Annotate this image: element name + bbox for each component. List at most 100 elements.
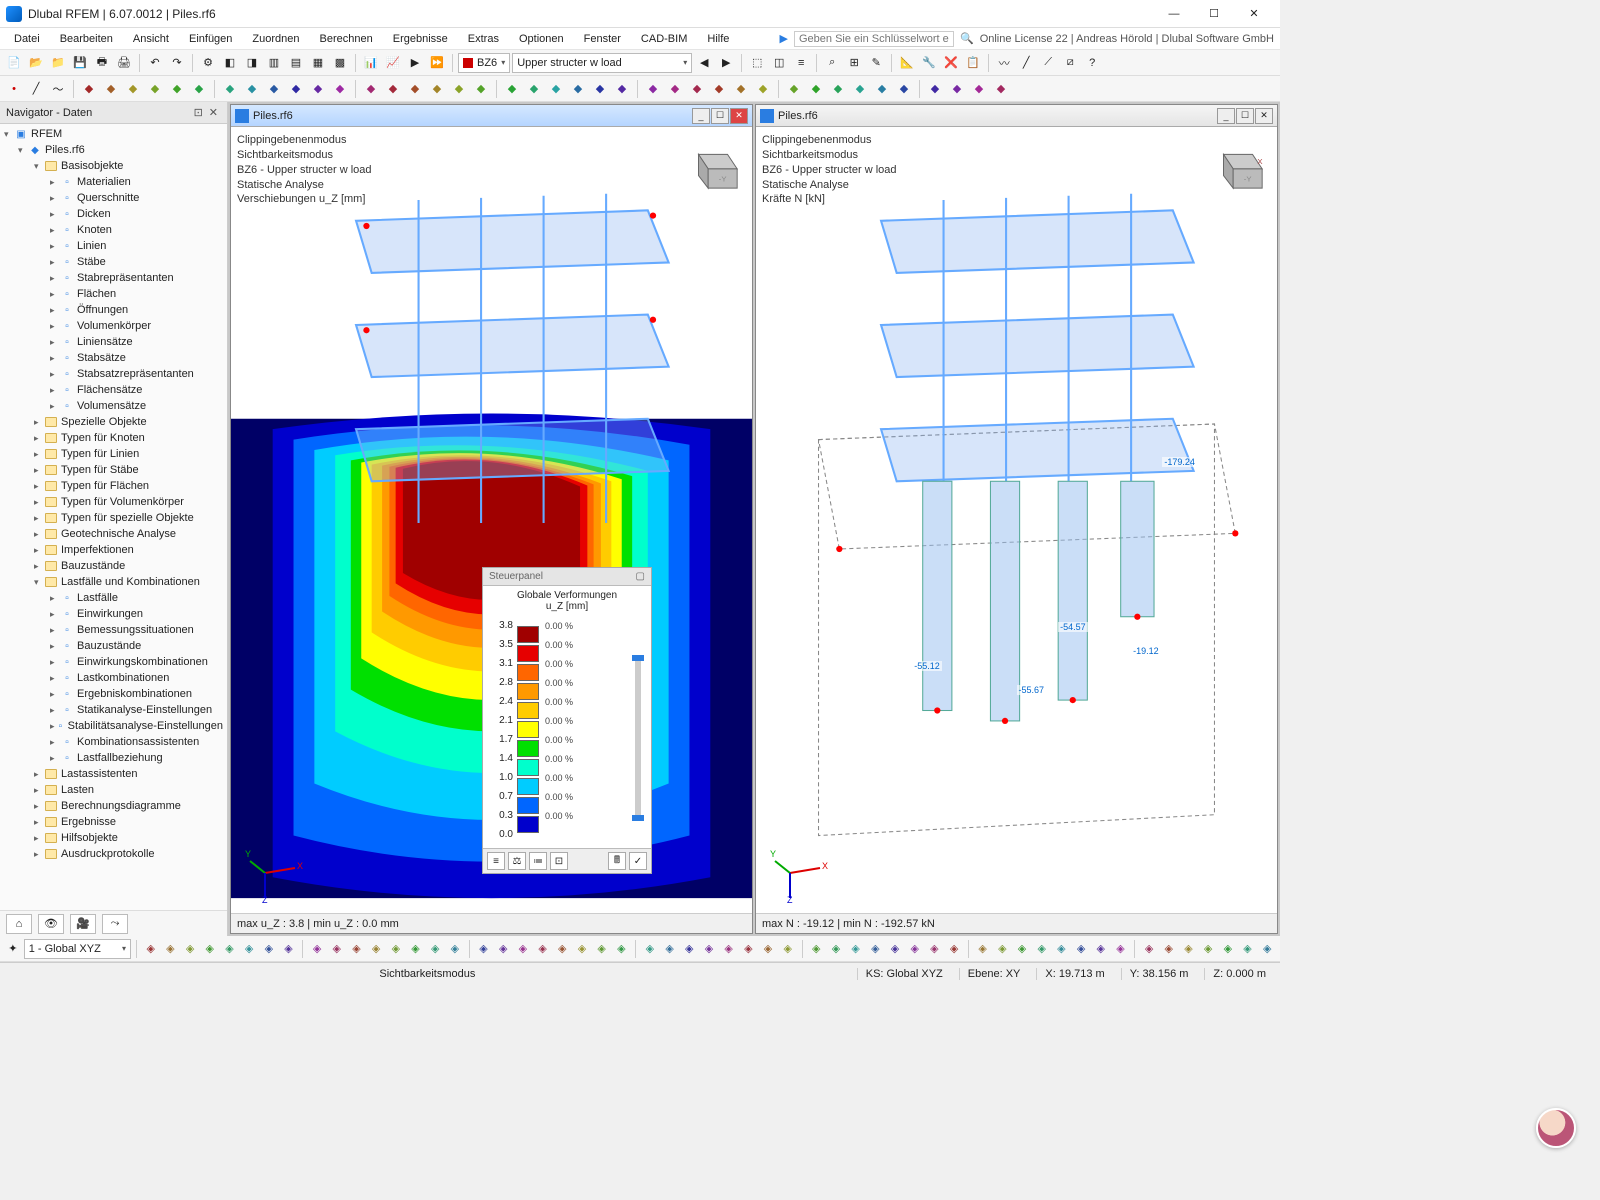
tool-icon[interactable]: 📈: [383, 53, 403, 73]
insert-tool-icon[interactable]: ◆: [731, 79, 751, 99]
menu-datei[interactable]: Datei: [6, 31, 48, 47]
next-lc-icon[interactable]: ▶: [716, 53, 736, 73]
view-tool-icon[interactable]: ◈: [779, 939, 797, 959]
tree-item[interactable]: ▸▫Bauzustände: [0, 638, 227, 654]
insert-tool-icon[interactable]: ◆: [969, 79, 989, 99]
tree-item[interactable]: ▸▫Stabilitätsanalyse-Einstellungen: [0, 718, 227, 734]
home-tab-icon[interactable]: ⌂: [6, 914, 32, 934]
insert-tool-icon[interactable]: ◆: [850, 79, 870, 99]
new-file-icon[interactable]: 📄: [4, 53, 24, 73]
print-icon[interactable]: 🖨: [114, 53, 134, 73]
tool-icon[interactable]: 📐: [897, 53, 917, 73]
keyword-search-input[interactable]: [794, 31, 954, 47]
view-tool-icon[interactable]: ◈: [407, 939, 425, 959]
view-tool-icon[interactable]: ◈: [1072, 939, 1090, 959]
tool-icon[interactable]: ▤: [286, 53, 306, 73]
save-all-icon[interactable]: 🖶: [92, 53, 112, 73]
vp-close-button[interactable]: ✕: [730, 108, 748, 124]
tree-item[interactable]: ▸▫Lastfallbeziehung: [0, 750, 227, 766]
insert-tool-icon[interactable]: ◆: [502, 79, 522, 99]
view-tool-icon[interactable]: ◈: [1033, 939, 1051, 959]
panel-footer-btn[interactable]: ⊡: [550, 852, 568, 870]
view-tool-icon[interactable]: ◈: [221, 939, 239, 959]
view-tool-icon[interactable]: ◈: [1140, 939, 1158, 959]
tool-icon[interactable]: ⬚: [747, 53, 767, 73]
tree-item[interactable]: ▸▫Stabrepräsentanten: [0, 270, 227, 286]
insert-tool-icon[interactable]: ◆: [806, 79, 826, 99]
insert-tool-icon[interactable]: ◆: [101, 79, 121, 99]
view-tool-icon[interactable]: ◈: [387, 939, 405, 959]
tree-item[interactable]: ▸▫Statikanalyse-Einstellungen: [0, 702, 227, 718]
view-tool-icon[interactable]: ◈: [759, 939, 777, 959]
insert-tool-icon[interactable]: ◆: [79, 79, 99, 99]
view-tool-icon[interactable]: ◈: [807, 939, 825, 959]
tree-item[interactable]: ▸▫Einwirkungskombinationen: [0, 654, 227, 670]
panel-close-icon[interactable]: ▢: [636, 571, 645, 582]
insert-tool-icon[interactable]: ◆: [546, 79, 566, 99]
tree-item[interactable]: ▸▫Einwirkungen: [0, 606, 227, 622]
pin-icon[interactable]: ⊡: [191, 106, 206, 119]
tree-item[interactable]: ▾Lastfälle und Kombinationen: [0, 574, 227, 590]
vp-maximize-button[interactable]: ☐: [1236, 108, 1254, 124]
panel-footer-btn[interactable]: ≡: [487, 852, 505, 870]
tool-icon[interactable]: ◨: [242, 53, 262, 73]
view-tool-icon[interactable]: ◈: [1219, 939, 1237, 959]
tree-item[interactable]: ▸Lasten: [0, 782, 227, 798]
panel-footer-btn[interactable]: ✓: [629, 852, 647, 870]
tool-icon[interactable]: ⏩: [427, 53, 447, 73]
view-tool-icon[interactable]: ◈: [641, 939, 659, 959]
panel-footer-btn[interactable]: ≔: [529, 852, 547, 870]
tree-item[interactable]: ▸Imperfektionen: [0, 542, 227, 558]
insert-tool-icon[interactable]: ◆: [991, 79, 1011, 99]
insert-tool-icon[interactable]: ◆: [471, 79, 491, 99]
tree-item[interactable]: ▸▫Dicken: [0, 206, 227, 222]
cs-dropdown[interactable]: 1 - Global XYZ▾: [24, 939, 131, 959]
panel-footer-btn[interactable]: 🖩: [608, 852, 626, 870]
vp-maximize-button[interactable]: ☐: [711, 108, 729, 124]
tree-item[interactable]: ▸Bauzustände: [0, 558, 227, 574]
view-tool-icon[interactable]: ◈: [162, 939, 180, 959]
view-tool-icon[interactable]: ◈: [593, 939, 611, 959]
tree-item[interactable]: ▸▫Lastkombinationen: [0, 670, 227, 686]
menu-cad-bim[interactable]: CAD-BIM: [633, 31, 695, 47]
view-tool-icon[interactable]: ◈: [367, 939, 385, 959]
view-tool-icon[interactable]: ◈: [475, 939, 493, 959]
tool-icon[interactable]: ▥: [264, 53, 284, 73]
tree-item[interactable]: ▸Typen für spezielle Objekte: [0, 510, 227, 526]
menu-berechnen[interactable]: Berechnen: [312, 31, 381, 47]
tree-item[interactable]: ▾▣RFEM: [0, 126, 227, 142]
view-tool-icon[interactable]: ◈: [680, 939, 698, 959]
view-tool-icon[interactable]: ◈: [1180, 939, 1198, 959]
close-panel-icon[interactable]: ✕: [206, 106, 221, 119]
view-tool-icon[interactable]: ◈: [348, 939, 366, 959]
menu-extras[interactable]: Extras: [460, 31, 507, 47]
undo-icon[interactable]: ↶: [145, 53, 165, 73]
view-tool-icon[interactable]: ◈: [553, 939, 571, 959]
prev-lc-icon[interactable]: ◀: [694, 53, 714, 73]
navigator-tree[interactable]: ▾▣RFEM▾◆Piles.rf6▾Basisobjekte▸▫Material…: [0, 124, 227, 910]
video-tab-icon[interactable]: 🎥: [70, 914, 96, 934]
tree-item[interactable]: ▸▫Volumensätze: [0, 398, 227, 414]
legend-slider[interactable]: [635, 658, 641, 818]
menu-einfuegen[interactable]: Einfügen: [181, 31, 240, 47]
tree-item[interactable]: ▸▫Knoten: [0, 222, 227, 238]
insert-tool-icon[interactable]: ◆: [524, 79, 544, 99]
tree-item[interactable]: ▸Lastassistenten: [0, 766, 227, 782]
view-tool-icon[interactable]: ◈: [1092, 939, 1110, 959]
view-tool-icon[interactable]: ◈: [945, 939, 963, 959]
view-tool-icon[interactable]: ◈: [1160, 939, 1178, 959]
tree-item[interactable]: ▸Geotechnische Analyse: [0, 526, 227, 542]
view-tool-icon[interactable]: ◈: [1112, 939, 1130, 959]
view-tool-icon[interactable]: ◈: [426, 939, 444, 959]
insert-tool-icon[interactable]: ◆: [643, 79, 663, 99]
insert-tool-icon[interactable]: ◆: [665, 79, 685, 99]
open-dropdown-icon[interactable]: 📁: [48, 53, 68, 73]
tree-item[interactable]: ▸Typen für Stäbe: [0, 462, 227, 478]
tree-item[interactable]: ▸▫Querschnitte: [0, 190, 227, 206]
view-tool-icon[interactable]: ◈: [494, 939, 512, 959]
beam-tool-icon[interactable]: ╱: [1016, 53, 1036, 73]
view-tool-icon[interactable]: ◈: [514, 939, 532, 959]
minimize-button[interactable]: —: [1154, 0, 1194, 28]
view-tool-icon[interactable]: ◈: [240, 939, 258, 959]
panel-footer-btn[interactable]: ⚖: [508, 852, 526, 870]
